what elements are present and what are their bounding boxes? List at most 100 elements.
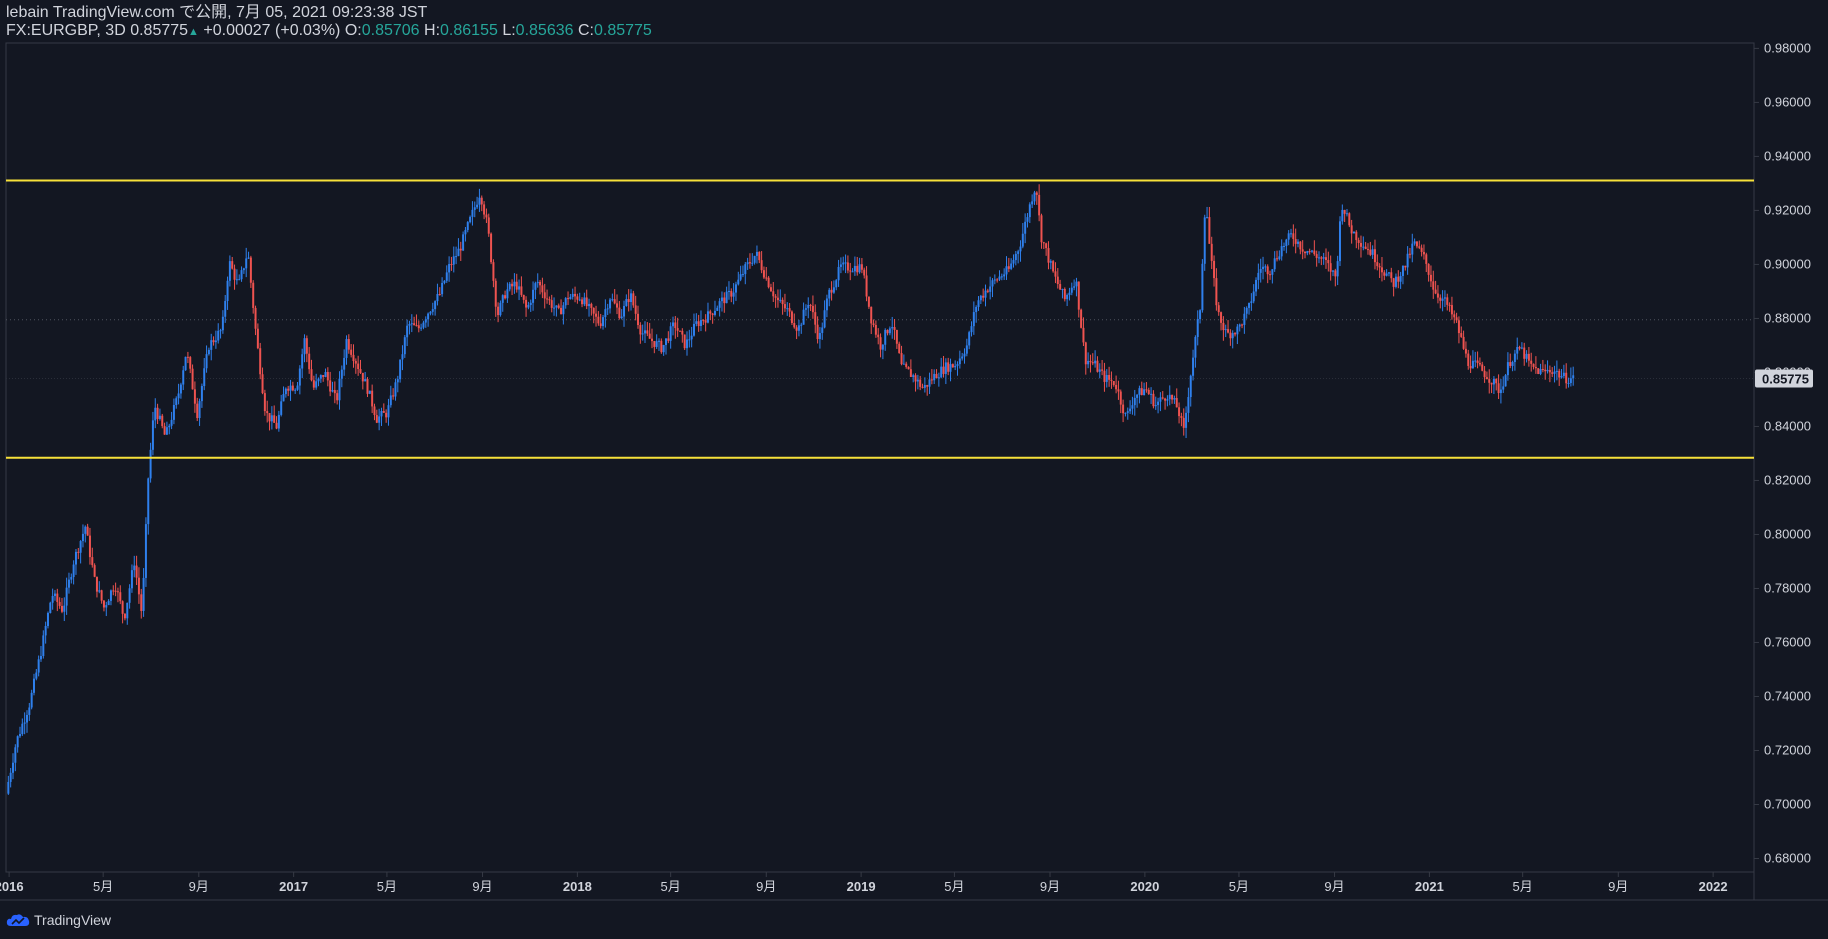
candle-body: [11, 762, 14, 773]
candle-body: [1269, 274, 1272, 276]
candle-body: [238, 279, 241, 281]
candle-body: [821, 327, 824, 333]
candle-body: [1474, 360, 1477, 362]
candle-body: [716, 307, 719, 311]
candle-body: [359, 369, 362, 373]
candle-body: [1098, 369, 1101, 372]
candle-body: [1166, 399, 1169, 401]
candle-body: [975, 307, 978, 313]
candle-body: [1229, 332, 1232, 339]
candle-body: [1280, 246, 1283, 257]
candle-body: [305, 338, 308, 354]
candle-body: [1040, 215, 1043, 243]
candle-body: [760, 260, 763, 271]
candle-body: [644, 330, 647, 334]
candle-body: [149, 449, 152, 479]
candle-body: [569, 296, 572, 300]
candle-body: [790, 311, 793, 324]
candle-body: [9, 772, 12, 782]
candle-body: [441, 282, 444, 295]
candle-body: [119, 592, 122, 602]
candle-body: [515, 281, 518, 290]
candle-body: [175, 398, 178, 405]
price-chart[interactable]: 0.98000 0.96000 0.94000 0.92000 0.90000 0.880…: [0, 0, 1828, 939]
candle-body: [968, 332, 971, 346]
candle-body: [1350, 225, 1353, 234]
candle-body: [1049, 261, 1052, 263]
candle-body: [1215, 278, 1218, 306]
candle-body: [483, 204, 486, 215]
candle-body: [1523, 347, 1526, 359]
candle-body: [93, 565, 96, 577]
candle-body: [655, 341, 658, 347]
candle-body: [1245, 307, 1248, 314]
candle-body: [1569, 378, 1572, 383]
candle-body: [324, 371, 327, 377]
candle-body: [242, 268, 245, 271]
candle-body: [765, 277, 768, 279]
candle-body: [469, 216, 472, 223]
candle-body: [1285, 239, 1288, 247]
candle-body: [1173, 398, 1176, 400]
candle-body: [1364, 246, 1367, 250]
candle-body: [536, 281, 539, 284]
candle-body: [210, 340, 213, 350]
candle-body: [1283, 246, 1286, 248]
candle-body: [1271, 269, 1274, 275]
candle-body: [1341, 209, 1344, 222]
candle-body: [774, 296, 777, 298]
candle-body: [280, 401, 283, 415]
candle-body: [748, 262, 751, 264]
candle-body: [905, 363, 908, 367]
candle-body: [1000, 276, 1003, 278]
candle-body: [683, 334, 686, 349]
candle-body: [254, 307, 257, 329]
candle-body: [385, 412, 388, 418]
candle-body: [1096, 360, 1099, 372]
candle-body: [1180, 416, 1183, 418]
candle-body: [1164, 398, 1167, 401]
candle-body: [828, 289, 831, 299]
candle-body: [114, 590, 117, 592]
candle-body: [140, 594, 143, 611]
candle-body: [1311, 250, 1314, 252]
candle-body: [1217, 305, 1220, 313]
candle-body: [275, 422, 278, 429]
candle-body: [1504, 375, 1507, 387]
candle-body: [860, 264, 863, 270]
candle-body: [233, 268, 236, 280]
candle-body: [630, 293, 633, 303]
candle-body: [1448, 304, 1451, 306]
candle-body: [109, 590, 112, 601]
candle-body: [200, 386, 203, 402]
candle-body: [30, 692, 33, 708]
candle-body: [70, 577, 73, 580]
candle-body: [1348, 213, 1351, 226]
candle-body: [1415, 241, 1418, 247]
candle-body: [853, 265, 856, 272]
candle-body: [1506, 362, 1509, 376]
candle-body: [256, 328, 259, 349]
candle-body: [1238, 324, 1241, 327]
candle-body: [1243, 313, 1246, 325]
candle-body: [226, 280, 229, 302]
candle-body: [392, 395, 395, 397]
candle-body: [879, 337, 882, 350]
candle-body: [688, 339, 691, 341]
candle-body: [1513, 353, 1516, 363]
candle-body: [1492, 378, 1495, 385]
candle-body: [473, 207, 476, 210]
x-tick-label: 9月: [756, 879, 776, 894]
candle-body: [508, 283, 511, 290]
brand[interactable]: TradingView: [6, 912, 111, 928]
candle-body: [832, 287, 835, 293]
candle-body: [527, 305, 530, 308]
candle-body: [1509, 362, 1512, 366]
candle-body: [996, 279, 999, 281]
candle-body: [937, 377, 940, 379]
y-tick-label: 0.94000: [1764, 148, 1811, 163]
candle-body: [664, 338, 667, 345]
candle-body: [595, 313, 598, 317]
candle-body: [648, 333, 651, 339]
candle-body: [1511, 362, 1514, 366]
